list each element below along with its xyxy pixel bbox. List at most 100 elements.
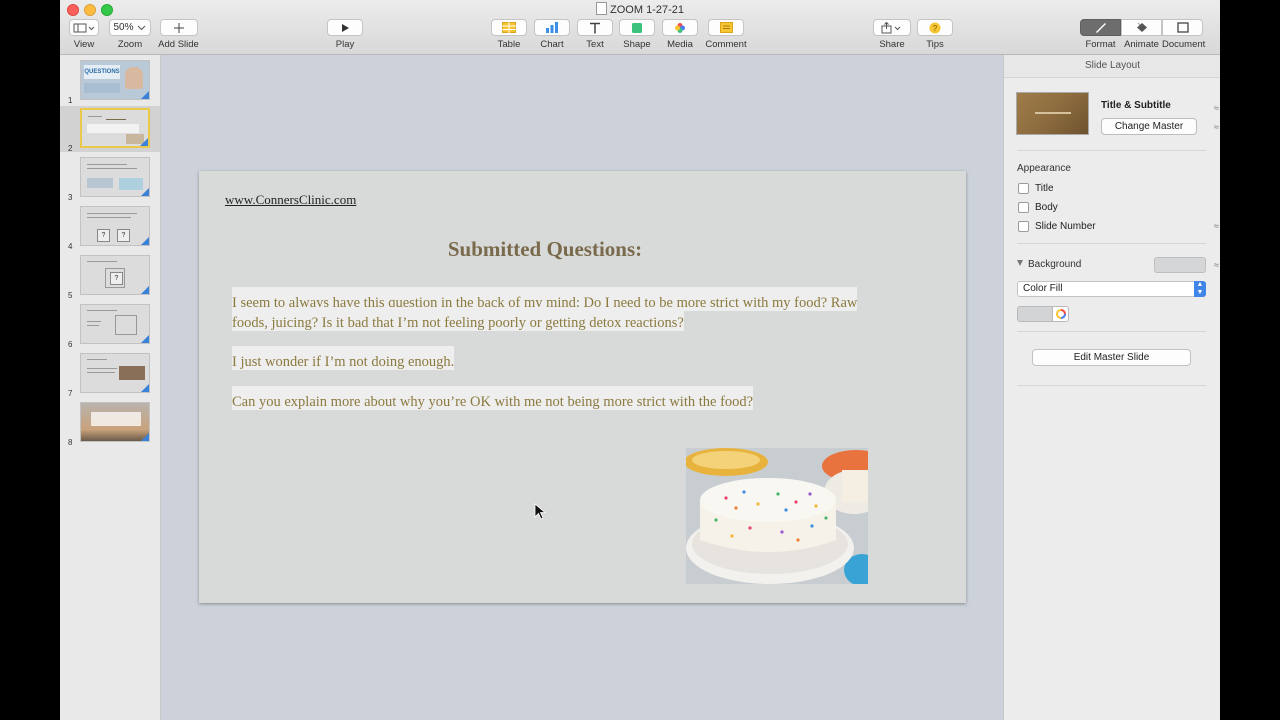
change-master-button[interactable]: Change Master <box>1101 118 1197 135</box>
format-label: Format <box>1085 39 1116 50</box>
thumb-line <box>87 321 101 322</box>
slide-number: 6 <box>68 340 73 349</box>
paintbrush-icon <box>1096 23 1106 33</box>
slide-thumbnail-7[interactable]: 7 <box>60 351 160 398</box>
cake-photo <box>686 448 868 584</box>
fill-type-select[interactable]: Color Fill ▲ ▼ <box>1017 281 1206 297</box>
body-checkbox[interactable]: Body <box>1018 202 1058 213</box>
truncated-icon: ≈ <box>1214 103 1219 113</box>
build-indicator <box>140 138 148 146</box>
build-indicator <box>141 384 149 392</box>
thumb-line <box>87 261 117 262</box>
share-icon <box>881 21 901 33</box>
thumb-line <box>87 368 117 369</box>
view-label: View <box>73 39 95 50</box>
thumb-line <box>106 119 126 120</box>
thumb-line <box>87 164 127 165</box>
inspector-header: Slide Layout <box>1004 55 1220 78</box>
format-button[interactable] <box>1080 19 1121 36</box>
slide-preview: QUESTIONS <box>80 60 150 100</box>
table-icon <box>502 22 516 33</box>
slide-thumbnail-1[interactable]: QUESTIONS 1 <box>60 58 160 105</box>
shape-button[interactable]: Shape <box>617 19 657 50</box>
slide-thumbnail-6[interactable]: 6 <box>60 302 160 349</box>
text-icon <box>590 22 600 33</box>
color-wheel-button[interactable] <box>1053 306 1069 322</box>
thumb-line <box>88 116 102 117</box>
slide-number: 1 <box>68 96 73 105</box>
checkbox-icon <box>1018 221 1029 232</box>
chart-icon <box>546 22 558 33</box>
slide-canvas[interactable]: www.ConnersClinic.com Submitted Question… <box>161 55 1003 720</box>
thumb-line <box>87 310 117 311</box>
table-button[interactable]: Table <box>489 19 529 50</box>
window-title-text: ZOOM 1-27-21 <box>610 4 684 16</box>
question-box: ? <box>97 229 110 242</box>
view-icon <box>73 23 95 32</box>
thumb-image <box>119 178 143 190</box>
title-checkbox[interactable]: Title <box>1018 183 1054 194</box>
question-1: I seem to always have this question in t… <box>232 295 858 331</box>
inspector-tabs: Format Animate Document <box>1080 19 1210 50</box>
thumb-line <box>87 359 107 360</box>
comment-icon <box>719 22 733 33</box>
thumb-line <box>87 213 137 214</box>
chart-button[interactable]: Chart <box>532 19 572 50</box>
thumb-line <box>87 325 99 326</box>
document-icon <box>1176 22 1189 33</box>
portrait-image <box>125 67 143 89</box>
media-button[interactable]: Media <box>660 19 700 50</box>
add-slide-button[interactable]: Add Slide <box>156 19 201 50</box>
current-slide[interactable]: www.ConnersClinic.com Submitted Question… <box>199 171 966 603</box>
slide-thumbnail-5[interactable]: ? 5 <box>60 253 160 300</box>
question-2: I just wonder if I’m not doing enough. <box>232 354 455 370</box>
color-well[interactable] <box>1017 306 1069 322</box>
thumb-line <box>87 168 137 169</box>
body-checkbox-label: Body <box>1035 202 1058 213</box>
thumb-line <box>87 372 115 373</box>
zoom-button[interactable]: 50% Zoom <box>109 19 151 50</box>
background-color-preview[interactable] <box>1154 257 1206 273</box>
website-link[interactable]: www.ConnersClinic.com <box>225 192 356 208</box>
build-indicator <box>141 286 149 294</box>
slide-thumbnail-4[interactable]: ? ? 4 <box>60 204 160 251</box>
build-indicator <box>141 433 149 441</box>
document-button[interactable] <box>1162 19 1203 36</box>
table-label: Table <box>497 39 521 50</box>
media-icon <box>675 22 685 33</box>
tips-icon: ? <box>929 22 941 33</box>
tips-button[interactable]: ? Tips <box>916 19 954 50</box>
slide-title[interactable]: Submitted Questions: <box>199 237 891 262</box>
comment-label: Comment <box>705 39 747 50</box>
share-button[interactable]: Share <box>872 19 912 50</box>
color-swatch[interactable] <box>1017 306 1053 322</box>
animate-button[interactable] <box>1121 19 1162 36</box>
slide-thumbnail-2[interactable]: 2 <box>60 106 160 153</box>
format-inspector: Slide Layout Title & Subtitle Change Mas… <box>1003 55 1220 720</box>
comment-button[interactable]: Comment <box>703 19 749 50</box>
play-button[interactable]: Play <box>326 19 364 50</box>
slide-thumbnail-3[interactable]: 3 <box>60 155 160 202</box>
slide-preview <box>80 353 150 393</box>
question-box: ? <box>117 229 130 242</box>
color-wheel-icon <box>1055 309 1066 319</box>
play-icon <box>342 23 349 32</box>
question-box: ? <box>110 272 123 285</box>
media-label: Media <box>667 39 693 50</box>
tips-label: Tips <box>926 39 944 50</box>
edit-master-slide-button[interactable]: Edit Master Slide <box>1032 349 1191 366</box>
toolbar: ZOOM 1-27-21 View 50% Zoom Add Slide Pla… <box>60 0 1220 55</box>
cake-image[interactable] <box>686 448 868 584</box>
slide-navigator: QUESTIONS 1 2 3 ? ? 4 ? 5 6 7 8 <box>60 55 161 720</box>
questions-text-box[interactable]: I seem to always have this question in t… <box>232 294 872 412</box>
slide-preview: ? ? <box>80 206 150 246</box>
background-section-toggle[interactable]: Background <box>1017 259 1081 270</box>
view-button[interactable]: View <box>66 19 102 50</box>
slide-number-checkbox[interactable]: Slide Number <box>1018 221 1096 232</box>
truncated-icon: ≈ <box>1214 260 1219 270</box>
text-button[interactable]: Text <box>575 19 615 50</box>
master-slide-thumbnail[interactable] <box>1016 92 1089 135</box>
select-arrows-icon: ▲ ▼ <box>1194 281 1206 297</box>
slide-thumbnail-8[interactable]: 8 <box>60 400 160 447</box>
truncated-icon: ≈ <box>1214 221 1219 231</box>
